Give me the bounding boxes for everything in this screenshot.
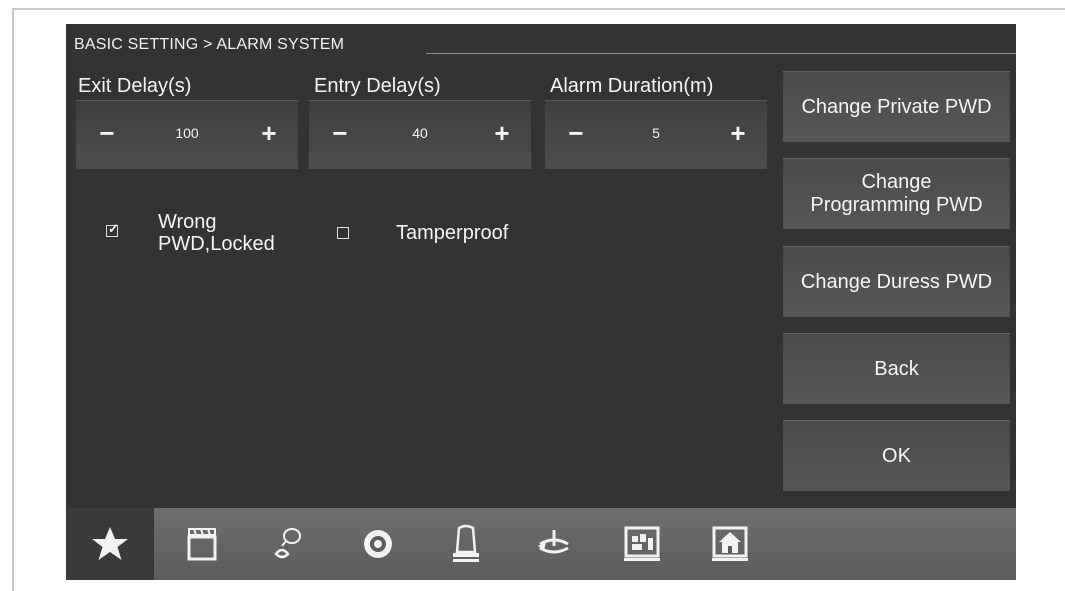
building-icon — [624, 526, 660, 561]
change-programming-pwd-label-line1: Change — [861, 171, 932, 193]
alarm-duration-decrement-button[interactable]: − — [561, 118, 591, 148]
wrong-pwd-locked-label-line2: PWD,Locked — [158, 233, 275, 255]
change-programming-pwd-label: Change Programming PWD — [810, 171, 982, 217]
exit-delay-value: 100 — [175, 125, 199, 141]
back-button[interactable]: Back — [783, 333, 1010, 404]
entry-delay-decrement-button[interactable]: − — [325, 118, 355, 148]
star-icon — [92, 527, 128, 560]
breadcrumb: BASIC SETTING > ALARM SYSTEM — [74, 36, 345, 53]
back-label: Back — [874, 357, 919, 380]
exit-delay-decrement-button[interactable]: − — [92, 118, 122, 148]
exit-delay-label: Exit Delay(s) — [78, 75, 192, 97]
change-programming-pwd-button[interactable]: Change Programming PWD — [783, 158, 1010, 229]
nav-rotate[interactable] — [510, 508, 598, 580]
nav-alarm[interactable] — [422, 508, 510, 580]
nav-building[interactable] — [598, 508, 686, 580]
alarm-siren-icon — [453, 524, 479, 562]
entry-delay-label: Entry Delay(s) — [314, 75, 441, 97]
wrong-pwd-locked-label: Wrong PWD,Locked — [158, 211, 275, 255]
change-private-pwd-button[interactable]: Change Private PWD — [783, 71, 1010, 142]
change-programming-pwd-label-line2: Programming PWD — [810, 194, 983, 216]
ok-button[interactable]: OK — [783, 420, 1010, 491]
nav-favorites[interactable] — [66, 508, 154, 580]
checkmark-icon: ✓ — [108, 221, 119, 236]
wrong-pwd-locked-checkbox[interactable]: ✓ — [106, 221, 119, 237]
wrong-pwd-locked-label-line1: Wrong — [158, 211, 217, 233]
exit-delay-increment-button[interactable]: + — [254, 118, 284, 148]
nav-home[interactable] — [686, 508, 774, 580]
alarm-duration-label: Alarm Duration(m) — [550, 75, 714, 97]
ok-label: OK — [882, 444, 911, 467]
rotate-arrow-icon — [538, 530, 569, 554]
tamperproof-checkbox[interactable] — [337, 227, 349, 239]
entry-delay-increment-button[interactable]: + — [487, 118, 517, 148]
tamperproof-label: Tamperproof — [396, 222, 509, 244]
speech-bubble-icon — [274, 528, 301, 559]
alarm-settings-screen: BASIC SETTING > ALARM SYSTEM Exit Delay(… — [66, 24, 1016, 508]
nav-media[interactable] — [158, 508, 246, 580]
clapperboard-icon — [187, 528, 217, 561]
change-duress-pwd-label: Change Duress PWD — [800, 270, 993, 293]
camera-lens-icon — [364, 530, 392, 558]
alarm-duration-increment-button[interactable]: + — [723, 118, 753, 148]
entry-delay-value: 40 — [412, 125, 428, 141]
alarm-duration-value: 5 — [652, 125, 660, 141]
change-private-pwd-label: Change Private PWD — [801, 95, 992, 118]
home-icon — [712, 526, 748, 561]
nav-messages[interactable] — [246, 508, 334, 580]
breadcrumb-divider — [426, 53, 1016, 54]
nav-camera[interactable] — [334, 508, 422, 580]
change-duress-pwd-button[interactable]: Change Duress PWD — [783, 246, 1010, 317]
bottom-nav-bar — [66, 508, 1016, 580]
alarm-duration-stepper: − 5 + — [545, 100, 767, 169]
entry-delay-stepper: − 40 + — [309, 100, 531, 169]
exit-delay-stepper: − 100 + — [76, 100, 298, 169]
